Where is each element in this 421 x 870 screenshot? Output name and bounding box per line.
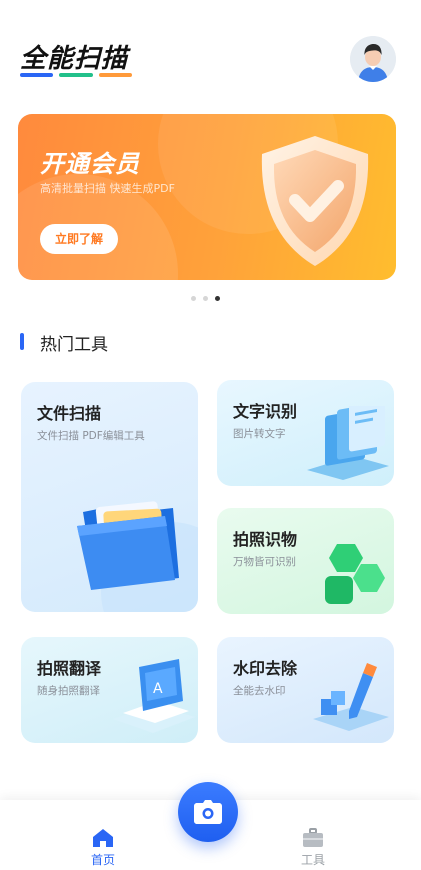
tool-title: 文字识别 (233, 402, 298, 421)
pagination-dot[interactable] (203, 296, 208, 301)
nav-label-tools: 工具 (300, 853, 325, 867)
camera-icon (194, 800, 222, 824)
tool-subtitle: 图片转文字 (233, 428, 286, 440)
tool-title: 文件扫描 (37, 404, 102, 423)
tool-card-document-scan[interactable]: 文件扫描 文件扫描 PDF编辑工具 (21, 382, 198, 612)
tool-subtitle: 随身拍照翻译 (37, 685, 100, 697)
tool-title: 拍照翻译 (37, 659, 102, 678)
section-title: 热门工具 (40, 335, 108, 355)
tool-card-watermark-removal[interactable]: 水印去除 全能去水印 (217, 637, 394, 743)
folder-icon (77, 501, 198, 612)
banner-subtitle: 高清批量扫描 快速生成PDF (40, 182, 175, 195)
nav-label-home: 首页 (90, 853, 115, 867)
banner-title: 开通会员 (40, 150, 140, 178)
svg-text:A: A (153, 681, 163, 697)
tool-title: 拍照识物 (233, 530, 298, 549)
pencil-eraser-icon (313, 663, 389, 731)
user-avatar-icon (350, 36, 396, 82)
tool-subtitle: 全能去水印 (233, 685, 286, 697)
banner-pagination (191, 296, 220, 301)
app-title: 全能扫描 (20, 44, 129, 74)
section-accent-bar (20, 333, 24, 350)
home-icon (93, 829, 113, 847)
translate-document-icon: A (113, 659, 195, 733)
membership-banner[interactable]: 开通会员 高清批量扫描 快速生成PDF 立即了解 (18, 114, 396, 280)
pagination-dot-active[interactable] (215, 296, 220, 301)
tool-card-object-recognition[interactable]: 拍照识物 万物皆可识别 (217, 508, 394, 614)
tool-card-photo-translate[interactable]: 拍照翻译 随身拍照翻译 A (21, 637, 198, 743)
shapes-icon (325, 544, 385, 604)
toolbox-icon (303, 828, 323, 847)
tool-title: 水印去除 (233, 659, 298, 678)
pagination-dot[interactable] (191, 296, 196, 301)
shield-check-icon (261, 136, 369, 266)
camera-button[interactable] (178, 782, 238, 842)
tool-card-text-recognition[interactable]: 文字识别 图片转文字 (217, 380, 394, 486)
documents-stack-icon (307, 406, 389, 480)
nav-item-tools[interactable]: 工具 (286, 828, 340, 868)
learn-more-button[interactable]: 立即了解 (40, 224, 118, 254)
avatar[interactable] (350, 36, 396, 82)
title-underline (20, 73, 132, 77)
tool-subtitle: 文件扫描 PDF编辑工具 (37, 430, 145, 442)
nav-item-home[interactable]: 首页 (76, 828, 130, 868)
tool-subtitle: 万物皆可识别 (233, 556, 296, 568)
